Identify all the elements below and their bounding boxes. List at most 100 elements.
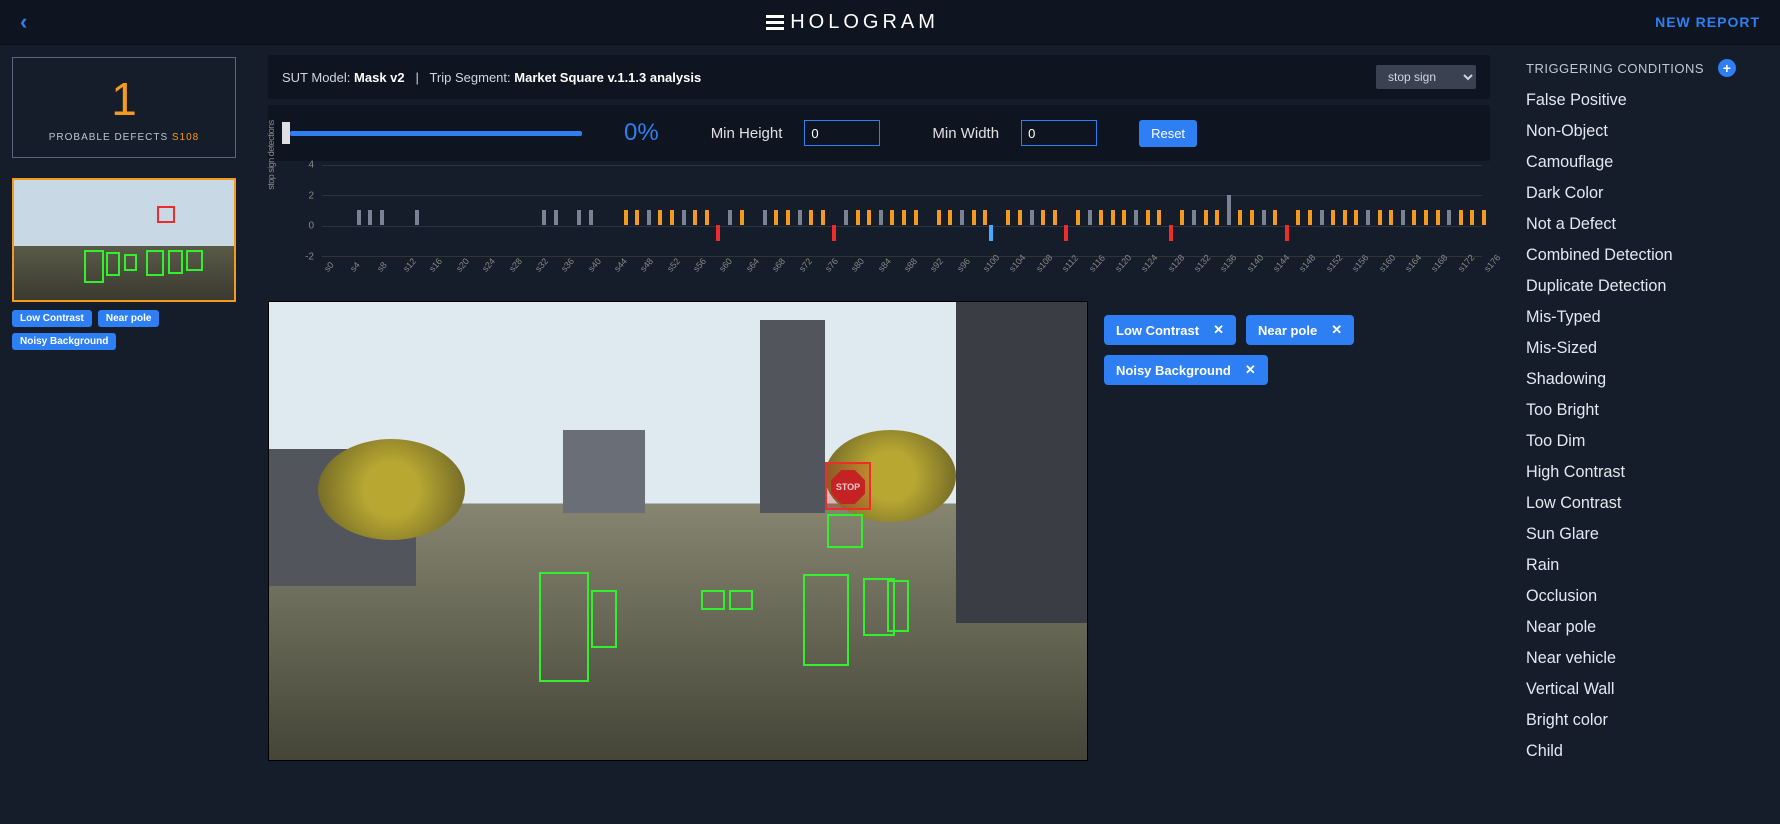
chart-bar <box>890 210 894 225</box>
chart-bar <box>983 210 987 225</box>
condition-item[interactable]: Mis-Typed <box>1526 308 1764 327</box>
min-width-input[interactable] <box>1021 120 1097 146</box>
condition-item[interactable]: Shadowing <box>1526 370 1764 389</box>
menu-bars-icon <box>766 15 784 30</box>
chart-bar <box>1215 210 1219 225</box>
x-tick: s60 <box>717 256 734 273</box>
x-tick: s64 <box>744 256 761 273</box>
condition-item[interactable]: Sun Glare <box>1526 525 1764 544</box>
x-tick: s96 <box>955 256 972 273</box>
x-tick: s4 <box>348 260 362 274</box>
chart-bar <box>1273 210 1277 225</box>
condition-item[interactable]: Near vehicle <box>1526 649 1764 668</box>
condition-item[interactable]: Combined Detection <box>1526 246 1764 265</box>
chart-bar <box>635 210 639 225</box>
x-tick: s84 <box>876 256 893 273</box>
x-tick: s76 <box>823 256 840 273</box>
condition-item[interactable]: Rain <box>1526 556 1764 575</box>
add-condition-button[interactable]: + <box>1718 59 1736 77</box>
condition-item[interactable]: Mis-Sized <box>1526 339 1764 358</box>
defect-label: PROBABLE DEFECTS S108 <box>23 132 225 143</box>
reset-button[interactable]: Reset <box>1139 120 1197 147</box>
frame-thumbnail[interactable] <box>12 178 236 302</box>
chart-bar <box>809 210 813 225</box>
chart-bar <box>368 210 372 225</box>
chart-bar <box>682 210 686 225</box>
chart-bar <box>1064 225 1068 240</box>
chart-bar <box>357 210 361 225</box>
x-tick: s48 <box>638 256 655 273</box>
x-tick: s12 <box>401 256 418 273</box>
chart-bar <box>658 210 662 225</box>
chart-bar <box>1134 210 1138 225</box>
remove-tag-icon[interactable]: ✕ <box>1213 322 1224 338</box>
chart-bar <box>867 210 871 225</box>
thumb-tag[interactable]: Noisy Background <box>12 333 116 350</box>
triggering-conditions-header: TRIGGERING CONDITIONS + <box>1526 59 1764 77</box>
condition-item[interactable]: Low Contrast <box>1526 494 1764 513</box>
thumb-tag[interactable]: Low Contrast <box>12 310 92 327</box>
chart-bar <box>879 210 883 225</box>
condition-item[interactable]: Bright color <box>1526 711 1764 730</box>
meta-text: SUT Model: Mask v2 | Trip Segment: Marke… <box>282 70 701 85</box>
chart-bar <box>948 210 952 225</box>
thumb-tag[interactable]: Near pole <box>98 310 160 327</box>
chart-bar <box>1459 210 1463 225</box>
class-select[interactable]: stop sign <box>1376 65 1476 89</box>
chart-bar <box>972 210 976 225</box>
applied-tag[interactable]: Low Contrast✕ <box>1104 315 1236 345</box>
remove-tag-icon[interactable]: ✕ <box>1331 322 1342 338</box>
chart-bar <box>1262 210 1266 225</box>
chart-bar <box>1354 210 1358 225</box>
condition-item[interactable]: Not a Defect <box>1526 215 1764 234</box>
condition-item[interactable]: Dark Color <box>1526 184 1764 203</box>
chart-bar <box>1169 225 1173 240</box>
back-button[interactable]: ‹ <box>20 9 50 35</box>
frame-viewer[interactable]: STOP <box>268 301 1088 761</box>
brand-logo: HOLOGRAM <box>50 11 1655 34</box>
condition-item[interactable]: Camouflage <box>1526 153 1764 172</box>
new-report-button[interactable]: NEW REPORT <box>1655 14 1760 30</box>
chart-bar <box>542 210 546 225</box>
condition-item[interactable]: False Positive <box>1526 91 1764 110</box>
chart-bar <box>693 210 697 225</box>
condition-item[interactable]: Occlusion <box>1526 587 1764 606</box>
detections-chart[interactable]: stop sign detections -2024 s0s4s8s12s16s… <box>272 165 1486 295</box>
x-tick: s8 <box>375 260 389 274</box>
y-tick: 0 <box>308 221 314 232</box>
chart-bar <box>716 225 720 240</box>
applied-tag[interactable]: Noisy Background✕ <box>1104 355 1268 385</box>
condition-item[interactable]: Child <box>1526 742 1764 761</box>
chart-bar <box>798 210 802 225</box>
condition-item[interactable]: Duplicate Detection <box>1526 277 1764 296</box>
triggering-conditions-list: False Positive Non-Object Camouflage Dark C… <box>1526 91 1764 761</box>
x-tick: s92 <box>928 256 945 273</box>
condition-item[interactable]: Too Bright <box>1526 401 1764 420</box>
y-axis-title: stop sign detections <box>266 115 276 195</box>
chart-bar <box>1088 210 1092 225</box>
chart-bar <box>380 210 384 225</box>
chart-bar <box>670 210 674 225</box>
min-height-input[interactable] <box>804 120 880 146</box>
chart-bar <box>1099 210 1103 225</box>
defect-summary-card: 1 PROBABLE DEFECTS S108 <box>12 57 236 158</box>
condition-item[interactable]: High Contrast <box>1526 463 1764 482</box>
applied-tag[interactable]: Near pole✕ <box>1246 315 1354 345</box>
condition-item[interactable]: Non-Object <box>1526 122 1764 141</box>
chart-bar <box>1157 210 1161 225</box>
threshold-slider[interactable] <box>282 122 582 144</box>
defect-count: 1 <box>23 76 225 122</box>
condition-item[interactable]: Near pole <box>1526 618 1764 637</box>
x-tick: s24 <box>480 256 497 273</box>
chart-bar <box>786 210 790 225</box>
x-tick: s88 <box>902 256 919 273</box>
x-tick: s44 <box>612 256 629 273</box>
chart-bar <box>1227 195 1231 226</box>
x-tick: s52 <box>665 256 682 273</box>
chart-bar <box>914 210 918 225</box>
chart-bar <box>1320 210 1324 225</box>
remove-tag-icon[interactable]: ✕ <box>1245 362 1256 378</box>
chart-bar <box>1122 210 1126 225</box>
condition-item[interactable]: Too Dim <box>1526 432 1764 451</box>
condition-item[interactable]: Vertical Wall <box>1526 680 1764 699</box>
